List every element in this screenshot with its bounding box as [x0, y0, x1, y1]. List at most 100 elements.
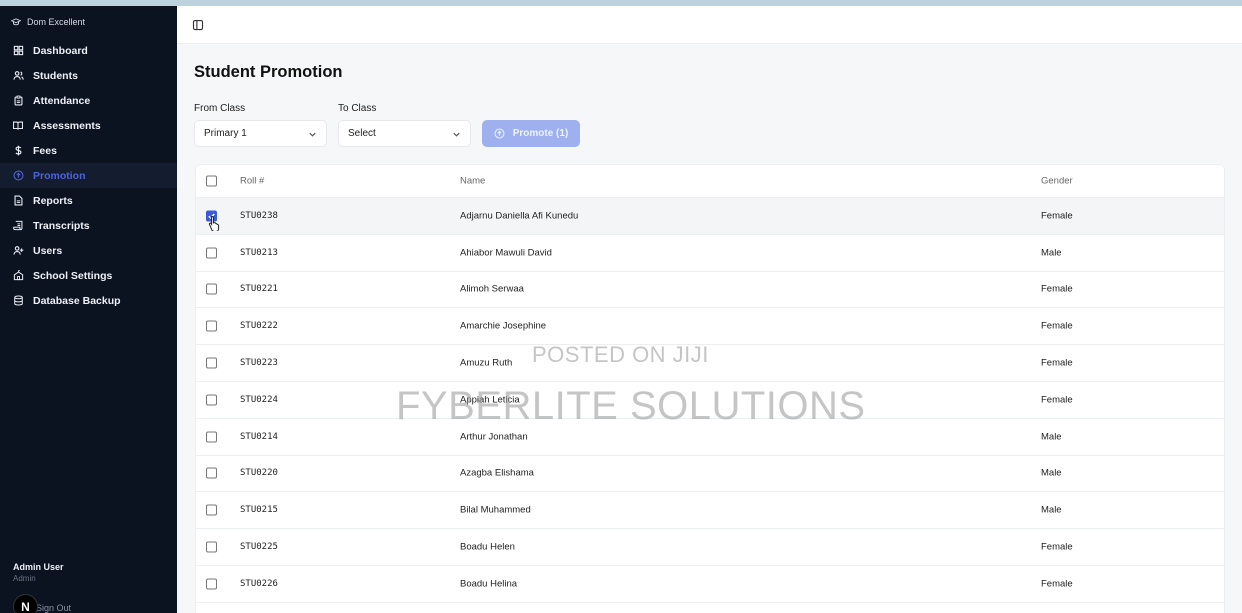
- sidebar-nav: Dashboard Students Attendance Assessments Fe…: [0, 38, 177, 313]
- sidebar-item-users[interactable]: Users: [0, 238, 177, 263]
- sidebar-item-label: Promotion: [33, 169, 86, 182]
- watermark-posted: POSTED ON JIJI: [532, 342, 709, 367]
- row-checkbox[interactable]: [206, 357, 217, 369]
- row-gender: Male: [1041, 431, 1062, 443]
- row-roll-number: STU0225: [240, 542, 278, 553]
- row-checkbox[interactable]: [206, 394, 217, 406]
- row-roll-number: STU0238: [240, 210, 278, 221]
- row-checkbox[interactable]: [206, 247, 217, 259]
- circle-arrow-up-icon: [494, 128, 505, 139]
- row-roll-number: STU0213: [240, 247, 278, 258]
- file-icon: [11, 194, 25, 208]
- table-row[interactable]: STU0222 Amarchie Josephine Female: [196, 308, 1224, 346]
- table-row[interactable]: STU0220 Azagba Elishama Male: [196, 456, 1224, 493]
- column-header-roll: Roll #: [240, 175, 265, 187]
- mouse-pointer-icon: [208, 215, 221, 236]
- top-bar: [177, 6, 1242, 44]
- sidebar-item-transcripts[interactable]: Transcripts: [0, 213, 177, 238]
- table-row[interactable]: STU0226 Boadu Helina Female: [196, 566, 1224, 603]
- table-row[interactable]: STU0223 Amuzu Ruth Female: [196, 345, 1224, 382]
- promote-button[interactable]: Promote (1): [482, 120, 580, 147]
- row-roll-number: STU0226: [240, 578, 278, 589]
- sign-out-link[interactable]: Sign Out: [36, 603, 71, 613]
- row-checkbox[interactable]: [206, 504, 217, 516]
- row-checkbox[interactable]: [206, 541, 217, 553]
- select-all-checkbox[interactable]: [206, 175, 217, 187]
- row-checkbox[interactable]: [206, 431, 217, 443]
- row-gender: Female: [1041, 394, 1073, 406]
- row-gender: Female: [1041, 357, 1073, 369]
- sidebar-item-label: Fees: [33, 144, 57, 157]
- row-roll-number: STU0222: [240, 321, 278, 332]
- user-role: Admin: [13, 574, 36, 583]
- row-gender: Female: [1041, 578, 1073, 590]
- sidebar-item-label: Transcripts: [33, 219, 90, 232]
- school-icon: [11, 269, 25, 283]
- row-student-name: Amarchie Josephine: [460, 320, 547, 332]
- table-row[interactable]: STU0225 Boadu Helen Female: [196, 529, 1224, 566]
- from-class-label: From Class: [194, 103, 246, 114]
- table-row[interactable]: STU0221 Alimoh Serwaa Female: [196, 272, 1224, 309]
- row-student-name: Azagba Elishama: [460, 467, 534, 479]
- circle-up-icon: [11, 169, 25, 183]
- dashboard-icon: [11, 44, 25, 58]
- row-roll-number: STU0214: [240, 431, 278, 442]
- row-student-name: Ahiabor Mawuli David: [460, 247, 552, 259]
- to-class-select[interactable]: Select: [338, 120, 471, 147]
- table-row[interactable]: STU0213 Ahiabor Mawuli David Male: [196, 235, 1224, 272]
- column-header-name: Name: [460, 175, 486, 187]
- sidebar-item-label: Dashboard: [33, 44, 88, 57]
- sidebar-item-database-backup[interactable]: Database Backup: [0, 288, 177, 313]
- sidebar-item-assessments[interactable]: Assessments: [0, 113, 177, 138]
- sidebar-toggle-icon[interactable]: [192, 18, 206, 32]
- promote-label: Promote (1): [512, 128, 569, 139]
- row-roll-number: STU0224: [240, 394, 278, 405]
- row-checkbox[interactable]: [206, 320, 217, 332]
- table-row[interactable]: STU0215 Bilal Muhammed Male: [196, 492, 1224, 530]
- clipboard-icon: [11, 94, 25, 108]
- row-student-name: Amuzu Ruth: [460, 357, 513, 369]
- sidebar-item-promotion[interactable]: Promotion: [0, 163, 177, 188]
- row-student-name: Boadu Helina: [460, 578, 518, 590]
- row-gender: Male: [1041, 504, 1062, 516]
- sidebar-item-attendance[interactable]: Attendance: [0, 88, 177, 113]
- row-student-name: Adjarnu Daniella Afi Kunedu: [460, 210, 579, 222]
- row-student-name: Boadu Helen: [460, 541, 515, 553]
- row-roll-number: STU0223: [240, 358, 278, 369]
- sidebar-item-label: Reports: [33, 194, 73, 207]
- sidebar-item-reports[interactable]: Reports: [0, 188, 177, 213]
- sidebar-item-label: Database Backup: [33, 294, 121, 307]
- to-class-value: Select: [348, 128, 376, 139]
- from-class-value: Primary 1: [204, 128, 247, 139]
- chevron-down-icon: [308, 130, 317, 142]
- database-icon: [11, 294, 25, 308]
- row-checkbox[interactable]: [206, 283, 217, 295]
- brand-name: Dom Excellent: [27, 17, 86, 27]
- row-student-name: Bilal Muhammed: [460, 504, 531, 516]
- table-row[interactable]: STU0238 Adjarnu Daniella Afi Kunedu Female: [196, 198, 1224, 235]
- row-checkbox[interactable]: [206, 578, 217, 590]
- row-gender: Male: [1041, 467, 1062, 479]
- user-name: Admin User: [13, 562, 64, 572]
- watermark-company: FYBERLITE SOLUTIONS: [396, 384, 866, 428]
- row-student-name: Arthur Jonathan: [460, 431, 528, 443]
- sidebar-item-school-settings[interactable]: School Settings: [0, 263, 177, 288]
- sidebar-item-label: Students: [33, 69, 78, 82]
- row-roll-number: STU0221: [240, 284, 278, 295]
- table-header-row: Roll # Name Gender: [196, 165, 1224, 198]
- row-gender: Male: [1041, 247, 1062, 259]
- sidebar-item-dashboard[interactable]: Dashboard: [0, 38, 177, 63]
- n-badge[interactable]: N: [13, 594, 38, 613]
- row-checkbox[interactable]: [206, 467, 217, 479]
- row-roll-number: STU0220: [240, 468, 278, 479]
- sidebar-item-label: Assessments: [33, 119, 101, 132]
- row-student-name: Alimoh Serwaa: [460, 283, 524, 295]
- from-class-select[interactable]: Primary 1: [194, 120, 327, 147]
- sidebar-item-fees[interactable]: Fees: [0, 138, 177, 163]
- sidebar-item-students[interactable]: Students: [0, 63, 177, 88]
- users-icon: [11, 69, 25, 83]
- chevron-down-icon: [452, 130, 461, 142]
- row-gender: Female: [1041, 320, 1073, 332]
- sidebar-item-label: Users: [33, 244, 63, 257]
- sidebar: Dom Excellent Dashboard Students Attendanc…: [0, 6, 177, 613]
